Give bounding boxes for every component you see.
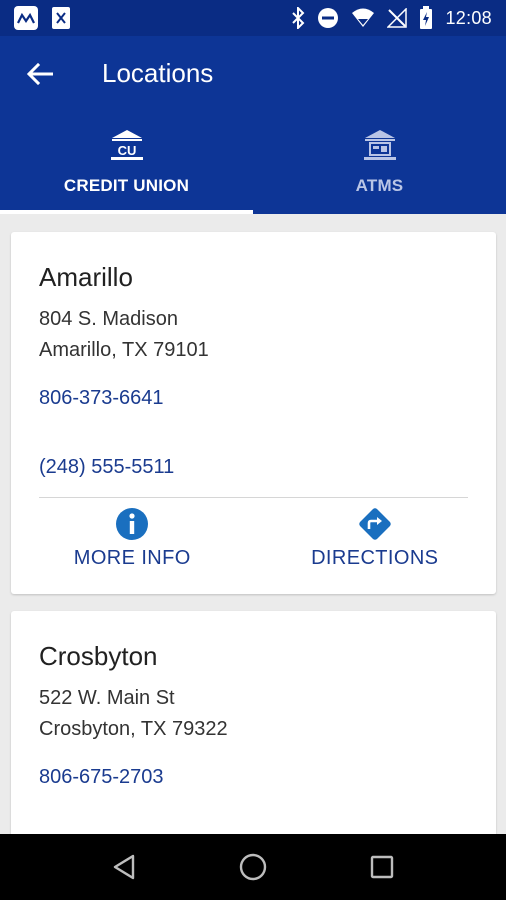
card-actions: MORE INFO DIRECTIONS (11, 498, 496, 586)
page-title: Locations (102, 58, 214, 88)
more-info-label: MORE INFO (73, 546, 191, 569)
locations-list[interactable]: Amarillo 804 S. Madison Amarillo, TX 791… (0, 214, 506, 834)
phone-link[interactable]: 806-373-6641 (39, 387, 468, 410)
document-notification-icon (52, 7, 70, 29)
directions-label: DIRECTIONS (311, 546, 439, 569)
address-line-2: Amarillo, TX 79101 (39, 339, 209, 361)
bluetooth-icon (291, 7, 305, 29)
more-info-button[interactable]: MORE INFO (11, 498, 254, 586)
atm-bank-icon (362, 128, 398, 162)
system-nav-bar (0, 834, 506, 900)
status-time: 12:08 (445, 7, 492, 28)
credit-union-bank-icon: CU (109, 128, 145, 162)
tab-credit-union[interactable]: CU CREDIT UNION (0, 126, 253, 214)
location-card-crosbyton: Crosbyton 522 W. Main St Crosbyton, TX 7… (11, 611, 496, 834)
do-not-disturb-icon (317, 7, 339, 29)
battery-charging-icon (419, 6, 433, 30)
address-line-1: 522 W. Main St (39, 687, 175, 709)
tab-label: CREDIT UNION (63, 176, 190, 195)
app-bar: Locations CU CREDIT UNION ATMS (0, 36, 506, 214)
branch-name: Amarillo (39, 262, 133, 292)
tab-label: ATMS (355, 176, 404, 195)
info-icon (115, 507, 149, 541)
svg-text:CU: CU (117, 143, 136, 158)
wifi-icon (351, 8, 375, 28)
address-line-2: Crosbyton, TX 79322 (39, 718, 228, 740)
phone-link-secondary[interactable]: (248) 555-5511 (39, 456, 468, 479)
directions-icon (358, 507, 392, 541)
directions-button[interactable]: DIRECTIONS (254, 498, 497, 586)
no-signal-icon (387, 8, 408, 28)
home-circle-icon[interactable] (233, 847, 273, 887)
back-triangle-icon[interactable] (104, 847, 144, 887)
tab-bar: CU CREDIT UNION ATMS (0, 126, 506, 214)
phone-link[interactable]: 806-675-2703 (39, 766, 468, 789)
branch-name: Crosbyton (39, 641, 158, 671)
address-line-1: 804 S. Madison (39, 308, 178, 330)
location-card-amarillo: Amarillo 804 S. Madison Amarillo, TX 791… (11, 232, 496, 594)
recents-square-icon[interactable] (362, 847, 402, 887)
status-bar: 12:08 (0, 0, 506, 36)
logo-notification-icon (14, 6, 38, 30)
tab-atms[interactable]: ATMS (253, 126, 506, 214)
arrow-back-icon[interactable] (22, 56, 58, 92)
